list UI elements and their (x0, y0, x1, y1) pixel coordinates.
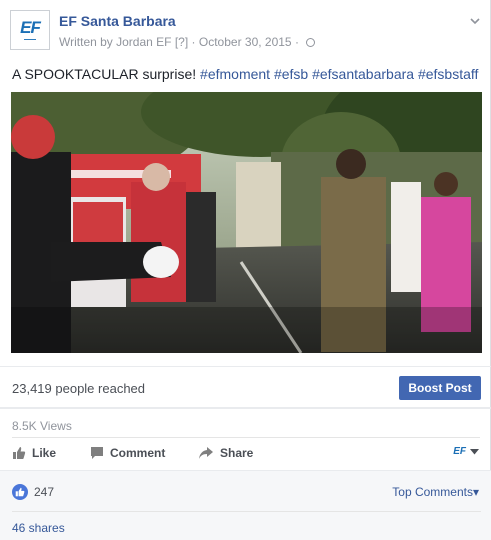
small-caret-icon: ▾ (472, 485, 479, 499)
post-footer: 247 Top Comments▾ 46 shares (0, 470, 491, 540)
post-caption: A SPOOKTACULAR surprise! #efmoment #efsb… (12, 66, 478, 82)
globe-icon[interactable] (306, 38, 316, 47)
post-meta: Written by Jordan EF [?] · October 30, 2… (59, 35, 316, 49)
like-button[interactable]: Like (12, 446, 56, 460)
video-frame-image (11, 92, 482, 353)
people-reached-text[interactable]: 23,419 people reached (12, 381, 145, 396)
meta-separator: · (191, 35, 196, 49)
comment-icon (91, 447, 103, 459)
footer-divider (12, 511, 481, 512)
insights-row: 23,419 people reached Boost Post (0, 366, 491, 409)
action-bar: Like Comment Share EF (0, 438, 491, 468)
share-label: Share (220, 446, 254, 460)
page-voice-logo: EF (453, 446, 466, 457)
help-mark[interactable]: [?] (175, 35, 188, 49)
page-name-link[interactable]: EF Santa Barbara (59, 13, 176, 29)
page-avatar[interactable]: EF ▬▬▬▬ (10, 10, 50, 50)
comment-label: Comment (110, 446, 166, 460)
chevron-down-icon[interactable] (470, 16, 480, 26)
post-date[interactable]: October 30, 2015 (199, 35, 292, 49)
caption-text: A SPOOKTACULAR surprise! (12, 66, 197, 82)
page-voice-switcher[interactable]: EF (453, 446, 479, 457)
like-label: Like (32, 446, 57, 460)
reach-progress-bar (0, 407, 491, 409)
avatar-logo: EF (20, 18, 41, 37)
like-reaction-icon (12, 484, 28, 500)
top-comments-dropdown[interactable]: Top Comments▾ (392, 485, 479, 499)
caret-down-icon (470, 448, 479, 454)
avatar-underline: ▬▬▬▬ (24, 37, 36, 41)
reactions-summary[interactable]: 247 (12, 484, 54, 500)
shares-count[interactable]: 46 shares (12, 521, 65, 535)
share-arrow-icon (199, 447, 213, 459)
facebook-post-card: EF ▬▬▬▬ EF Santa Barbara Written by Jord… (0, 0, 491, 540)
views-count[interactable]: 8.5K Views (12, 419, 72, 433)
comment-button[interactable]: Comment (90, 446, 165, 460)
video-player[interactable] (11, 92, 482, 353)
author-text[interactable]: Written by Jordan EF (59, 35, 172, 49)
caption-hashtags[interactable]: #efmoment #efsb #efsantabarbara #efsbsta… (200, 66, 478, 82)
boost-post-button[interactable]: Boost Post (399, 376, 481, 400)
post-header: EF ▬▬▬▬ EF Santa Barbara Written by Jord… (10, 10, 480, 54)
likes-count: 247 (34, 485, 55, 499)
share-button[interactable]: Share (198, 446, 253, 460)
top-comments-label: Top Comments (392, 485, 473, 499)
thumbs-up-icon (13, 447, 26, 459)
meta-dot: · (294, 35, 299, 49)
